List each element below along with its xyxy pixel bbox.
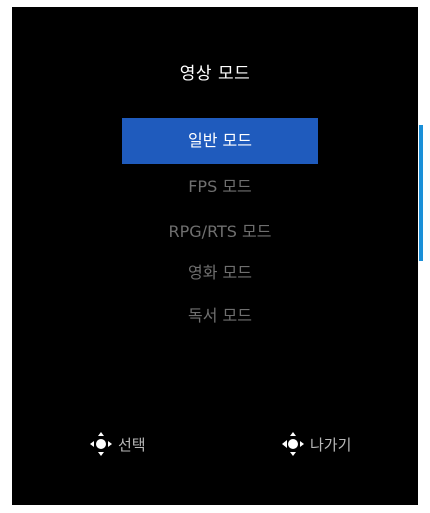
joystick-left-icon [282, 432, 304, 456]
select-hint[interactable]: 선택 [90, 432, 146, 456]
menu-item-movie-mode[interactable]: 영화 모드 [122, 250, 318, 296]
scrollbar[interactable] [419, 125, 423, 261]
exit-hint[interactable]: 나가기 [282, 432, 351, 456]
scrollbar-thumb[interactable] [419, 125, 423, 261]
menu-title: 영상 모드 [179, 64, 251, 84]
menu-item-reader-mode[interactable]: 독서 모드 [122, 293, 318, 339]
joystick-press-icon [90, 432, 112, 456]
osd-menu-panel: 영상 모드 일반 모드 FPS 모드 RPG/RTS 모드 영화 모드 독서 모… [12, 7, 423, 505]
select-hint-label: 선택 [118, 435, 146, 454]
menu-item-rpg-rts-mode[interactable]: RPG/RTS 모드 [122, 209, 318, 255]
menu-item-fps-mode[interactable]: FPS 모드 [122, 164, 318, 210]
menu-item-standard-mode[interactable]: 일반 모드 [122, 118, 318, 164]
exit-hint-label: 나가기 [310, 435, 352, 454]
